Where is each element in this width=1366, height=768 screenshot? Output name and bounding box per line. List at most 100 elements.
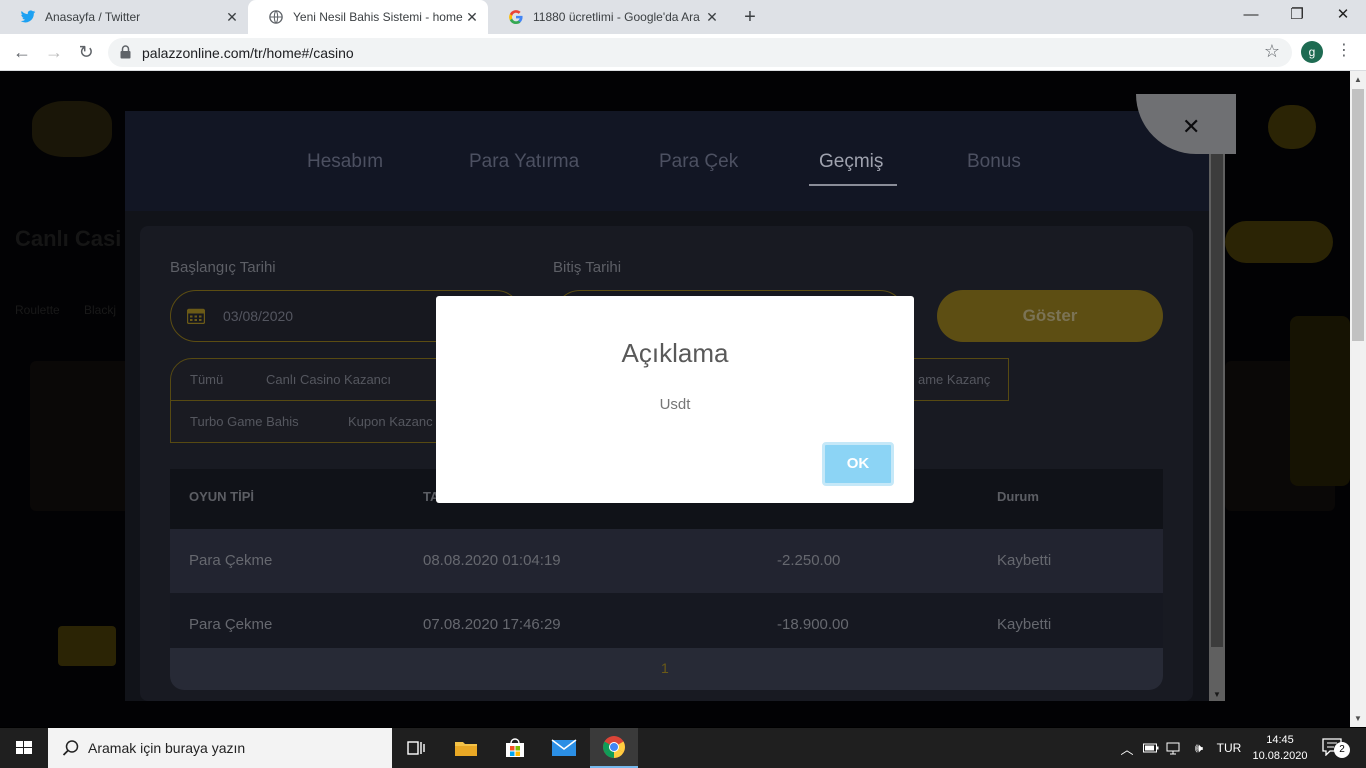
calendar-icon <box>187 308 205 324</box>
background-filter-blackjack: Blackj <box>84 303 117 317</box>
filter-tumu[interactable]: Tümü <box>190 372 223 387</box>
chrome-icon[interactable] <box>590 728 638 768</box>
search-icon <box>62 740 79 756</box>
table-row: Para Çekme 08.08.2020 01:04:19 -2.250.00… <box>170 529 1163 593</box>
browser-tab-strip: Anasayfa / Twitter ✕ Yeni Nesil Bahis Si… <box>0 0 1366 34</box>
clock-time: 14:45 <box>1266 734 1294 746</box>
filter-kupon-kazanc[interactable]: Kupon Kazanc <box>348 414 433 429</box>
google-icon <box>508 9 524 25</box>
tab-gecmis[interactable]: Geçmiş <box>819 151 883 173</box>
ok-button[interactable]: OK <box>822 442 894 486</box>
new-tab-button[interactable]: + <box>738 5 762 29</box>
close-tab-icon[interactable]: ✕ <box>224 9 240 26</box>
end-date-label: Bitiş Tarihi <box>553 259 622 276</box>
tab-title: Anasayfa / Twitter <box>45 10 141 24</box>
page-scrollbar[interactable]: ▲ ▼ <box>1350 71 1366 727</box>
tab-hesabim[interactable]: Hesabım <box>307 151 383 173</box>
alert-title: Açıklama <box>621 338 729 368</box>
table-cell: 08.08.2020 01:04:19 <box>423 552 561 569</box>
filter-canli-casino-kazanci[interactable]: Canlı Casino Kazancı <box>266 372 391 387</box>
background-game-card <box>30 361 140 511</box>
start-date-label: Başlangıç Tarihi <box>170 259 276 276</box>
filter-game-kazanc[interactable]: ame Kazanç <box>918 372 990 387</box>
pagination: 1 <box>170 648 1163 690</box>
page-scroll-thumb[interactable] <box>1352 89 1364 341</box>
taskbar-clock[interactable]: 14:45 10.08.2020 <box>1248 732 1312 764</box>
windows-logo-icon <box>16 741 32 754</box>
task-view-icon[interactable] <box>392 728 440 768</box>
restore-icon[interactable]: ❐ <box>1274 0 1320 34</box>
column-header: Durum <box>997 489 1039 504</box>
start-date-value: 03/08/2020 <box>223 308 294 324</box>
taskbar-search[interactable]: Aramak için buraya yazın <box>48 728 392 768</box>
active-tab-underline <box>809 184 897 186</box>
minimize-icon[interactable]: — <box>1228 0 1274 34</box>
column-header: OYUN TİPİ <box>189 489 255 504</box>
notification-count-badge: 2 <box>1334 742 1350 758</box>
tab-title: 11880 ücretlimi - Google'da Ara <box>533 10 700 24</box>
network-icon[interactable] <box>1164 728 1184 768</box>
globe-icon <box>268 9 284 25</box>
filter-turbo-game-bahis[interactable]: Turbo Game Bahis <box>190 414 299 429</box>
table-cell: -18.900.00 <box>777 616 849 633</box>
scroll-up-arrow-icon[interactable]: ▲ <box>1350 75 1366 84</box>
background-heading: Canlı Casi <box>15 226 122 251</box>
close-tab-icon[interactable]: ✕ <box>704 9 720 26</box>
modal-tab-bar: Hesabım Para Yatırma Para Çek Geçmiş Bon… <box>125 111 1209 211</box>
lock-icon <box>120 45 131 59</box>
modal-scroll-thumb[interactable] <box>1211 127 1223 647</box>
background-user-button <box>1268 105 1316 149</box>
background-action-button <box>1225 221 1333 263</box>
back-arrow-icon[interactable]: ← <box>10 40 34 64</box>
url-text: palazzonline.com/tr/home#/casino <box>142 45 354 61</box>
language-indicator[interactable]: TUR <box>1212 728 1246 768</box>
type-filter-row-2: Turbo Game Bahis Kupon Kazanc <box>170 400 450 443</box>
battery-icon[interactable] <box>1141 728 1161 768</box>
table-cell: Para Çekme <box>189 552 273 569</box>
menu-kebab-icon[interactable]: ⋮ <box>1336 40 1352 60</box>
modal-scrollbar[interactable]: ▲ ▼ <box>1209 111 1225 701</box>
browser-tab-palazz[interactable]: Yeni Nesil Bahis Sistemi - home ✕ <box>248 0 488 34</box>
browser-tab-google[interactable]: 11880 ücretlimi - Google'da Ara ✕ <box>488 0 728 34</box>
windows-taskbar: Aramak için buraya yazın ︿ 🕪 TUR 14:45 1… <box>0 728 1366 768</box>
site-logo <box>32 101 112 157</box>
browser-toolbar: ← → ↻ palazzonline.com/tr/home#/casino ☆… <box>0 34 1366 71</box>
table-cell: -2.250.00 <box>777 552 841 569</box>
scroll-down-arrow-icon[interactable]: ▼ <box>1209 690 1225 699</box>
bookmark-star-icon[interactable]: ☆ <box>1264 41 1280 62</box>
browser-tab-twitter[interactable]: Anasayfa / Twitter ✕ <box>0 0 248 34</box>
alert-dialog: Açıklama Usdt OK <box>436 296 914 503</box>
store-icon[interactable] <box>491 728 539 768</box>
search-placeholder: Aramak için buraya yazın <box>88 740 246 756</box>
twitter-icon <box>20 9 36 25</box>
show-button[interactable]: Göster <box>937 290 1163 342</box>
background-filter-roulette: Roulette <box>15 303 60 317</box>
clock-date: 10.08.2020 <box>1252 750 1308 762</box>
volume-icon[interactable]: 🕪 <box>1188 728 1210 768</box>
tab-title: Yeni Nesil Bahis Sistemi - home <box>293 10 463 24</box>
page-number-1[interactable]: 1 <box>661 660 669 676</box>
address-bar[interactable]: palazzonline.com/tr/home#/casino ☆ <box>108 38 1292 67</box>
close-icon: ✕ <box>1182 114 1201 139</box>
scroll-down-arrow-icon[interactable]: ▼ <box>1350 714 1366 723</box>
table-cell: 07.08.2020 17:46:29 <box>423 616 561 633</box>
profile-avatar[interactable]: g <box>1301 41 1323 63</box>
tab-para-cek[interactable]: Para Çek <box>659 151 738 173</box>
close-tab-icon[interactable]: ✕ <box>464 9 480 26</box>
windows-start-button[interactable] <box>0 728 48 768</box>
window-close-icon[interactable]: ✕ <box>1320 0 1366 34</box>
alert-message: Usdt <box>659 396 691 413</box>
tab-bonus[interactable]: Bonus <box>967 151 1021 173</box>
table-cell: Para Çekme <box>189 616 273 633</box>
background-play-button <box>58 626 116 666</box>
mail-icon[interactable] <box>540 728 588 768</box>
forward-arrow-icon[interactable]: → <box>42 40 66 64</box>
file-explorer-icon[interactable] <box>442 728 490 768</box>
tab-para-yatirma[interactable]: Para Yatırma <box>469 151 579 173</box>
table-cell: Kaybetti <box>997 552 1052 569</box>
notification-center-button[interactable]: 2 <box>1320 736 1350 760</box>
reload-icon[interactable]: ↻ <box>74 40 98 64</box>
chevron-up-icon[interactable]: ︿ <box>1118 728 1136 768</box>
table-cell: Kaybetti <box>997 616 1052 633</box>
background-side-panel <box>1290 316 1350 486</box>
